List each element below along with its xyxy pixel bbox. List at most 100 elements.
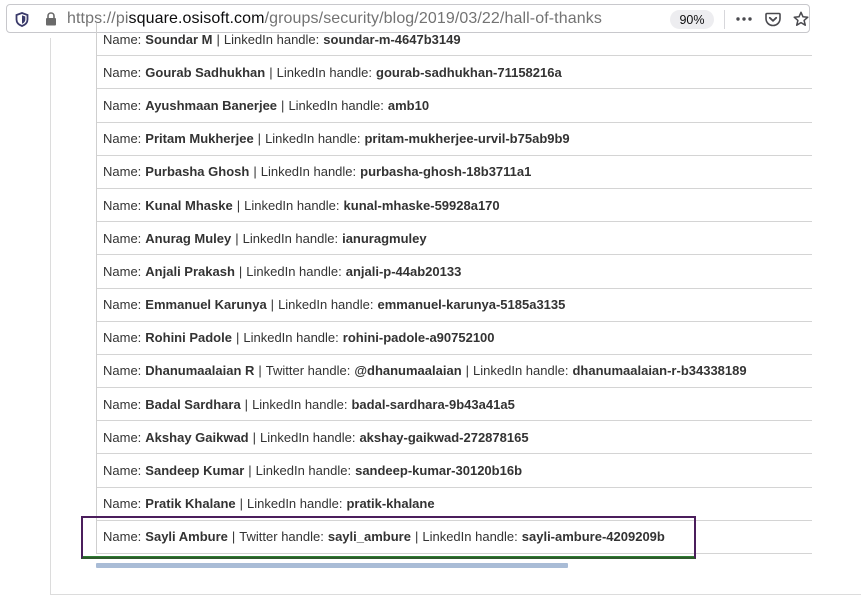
table-row: Name: Gourab Sadhukhan | LinkedIn handle: go… [97,56,812,90]
linkedin-label: LinkedIn handle: [278,297,374,313]
table-row: Name: Soundar M | LinkedIn handle: soundar-m… [97,23,812,57]
hall-of-thanks-table: Name: Soundar M | LinkedIn handle: soundar-m… [96,23,812,554]
researcher-name: Pratik Khalane [145,496,236,512]
linkedin-handle: amb10 [387,97,430,113]
name-label: Name: [103,297,142,313]
separator: | [269,64,273,80]
linkedin-label: LinkedIn handle: [242,230,339,246]
linkedin-handle: sayli-ambure-4209209b [521,529,665,545]
twitter-label: Twitter handle: [239,529,324,545]
separator: | [235,230,239,246]
separator: | [244,396,249,412]
linkedin-label: LinkedIn handle: [246,263,342,279]
separator: | [258,363,262,379]
researcher-name: Anurag Muley [145,230,232,246]
name-label: Name: [103,64,142,80]
table-row: Name: Badal Sardhara | LinkedIn handle: bada… [97,388,812,422]
linkedin-handle: ianuragmuley [342,230,427,246]
name-label: Name: [103,197,142,213]
linkedin-handle: pratik-khalane [346,496,435,512]
table-row: Name: Emmanuel Karunya | LinkedIn handle: em… [97,289,812,322]
linkedin-handle: sandeep-kumar-30120b16b [355,463,523,479]
name-label: Name: [103,263,142,279]
table-row: Name: Pritam Mukherjee | LinkedIn handle: pr… [97,123,812,156]
linkedin-handle: purbasha-ghosh-18b3711a1 [360,164,532,180]
linkedin-handle: anjali-p-44ab20133 [345,263,462,279]
researcher-name: Soundar M [145,31,213,47]
linkedin-label: LinkedIn handle: [223,31,320,47]
researcher-name: Sandeep Kumar [145,463,245,479]
twitter-handle: @dhanumaalaian [354,363,462,379]
table-row: Name: Rohini Padole | LinkedIn handle: rohin… [97,322,812,355]
name-label: Name: [103,363,142,379]
researcher-name: Ayushmaan Banerjee [145,97,278,113]
table-row: Name: Anurag Muley | LinkedIn handle: ianura… [97,222,812,256]
separator: | [252,429,257,445]
linkedin-handle: kunal-mhaske-59928a170 [343,197,500,213]
linkedin-label: LinkedIn handle: [260,429,356,445]
researcher-name: Emmanuel Karunya [145,297,267,313]
separator: | [257,131,262,147]
name-label: Name: [103,31,142,47]
separator: | [281,97,285,113]
twitter-label: Twitter handle: [265,363,351,379]
separator: | [414,529,419,545]
separator: | [239,496,244,512]
table-row: Name: Purbasha Ghosh | LinkedIn handle: purb… [97,156,812,189]
table-row: Name: Anjali Prakash | LinkedIn handle: anja… [97,255,812,289]
separator: | [235,330,240,346]
name-label: Name: [103,463,142,479]
researcher-name: Rohini Padole [145,330,232,346]
researcher-name: Dhanumaalaian R [145,363,255,379]
researcher-name: Akshay Gaikwad [145,429,249,445]
linkedin-label: LinkedIn handle: [252,396,348,412]
researcher-name: Purbasha Ghosh [145,164,250,180]
name-label: Name: [103,97,142,113]
linkedin-label: LinkedIn handle: [276,64,373,80]
name-label: Name: [103,496,142,512]
horizontal-scrollbar[interactable] [96,563,568,568]
researcher-name: Badal Sardhara [145,396,241,412]
separator: | [253,164,257,180]
linkedin-handle: pritam-mukherjee-urvil-b75ab9b9 [364,131,570,147]
name-label: Name: [103,429,142,445]
table-row: Name: Sandeep Kumar | LinkedIn handle: sande… [97,454,812,488]
linkedin-label: LinkedIn handle: [288,97,384,113]
lock-icon[interactable] [43,11,59,27]
linkedin-handle: dhanumaalaian-r-b34338189 [572,363,747,379]
linkedin-label: LinkedIn handle: [265,131,361,147]
linkedin-label: LinkedIn handle: [260,164,357,180]
separator: | [238,263,243,279]
table-row: Name: Ayushmaan Banerjee | LinkedIn handle:… [97,89,812,123]
separator: | [465,363,470,379]
twitter-handle: sayli_ambure [327,529,411,545]
linkedin-label: LinkedIn handle: [255,463,352,479]
separator: | [270,297,275,313]
linkedin-handle: soundar-m-4647b3149 [323,31,461,47]
linkedin-label: LinkedIn handle: [422,529,518,545]
separator: | [216,31,220,47]
separator: | [231,529,236,545]
table-row: Name: Sayli Ambure | Twitter handle: sayli_a… [97,521,812,554]
researcher-name: Sayli Ambure [145,529,228,545]
name-label: Name: [103,164,142,180]
linkedin-label: LinkedIn handle: [247,496,343,512]
shield-icon[interactable] [14,11,30,27]
separator: | [248,463,252,479]
researcher-name: Gourab Sadhukhan [145,64,266,80]
researcher-name: Kunal Mhaske [145,197,233,213]
linkedin-label: LinkedIn handle: [243,330,339,346]
linkedin-handle: gourab-sadhukhan-71158216a [376,64,562,80]
linkedin-label: LinkedIn handle: [244,197,340,213]
researcher-name: Pritam Mukherjee [145,131,254,147]
table-row: Name: Akshay Gaikwad | LinkedIn handle: aksh… [97,421,812,455]
name-label: Name: [103,230,142,246]
linkedin-label: LinkedIn handle: [473,363,569,379]
table-row: Name: Pratik Khalane | LinkedIn handle: prat… [97,488,812,521]
researcher-name: Anjali Prakash [145,263,235,279]
name-label: Name: [103,131,142,147]
table-row: Name: Kunal Mhaske | LinkedIn handle: kunal-… [97,189,812,223]
linkedin-handle: akshay-gaikwad-272878165 [359,429,529,445]
separator: | [236,197,241,213]
linkedin-handle: rohini-padole-a90752100 [342,330,495,346]
